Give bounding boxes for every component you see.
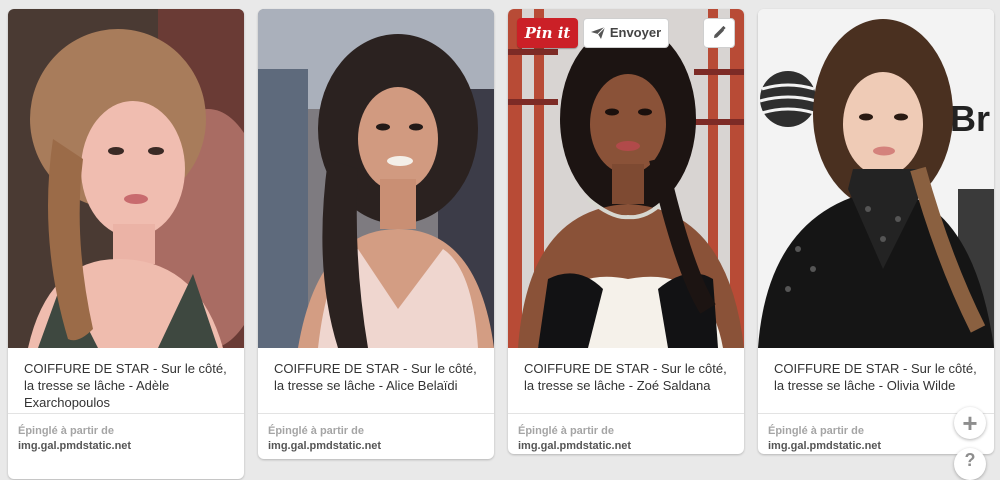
- attribution-prefix: Épinglé à partir de: [518, 425, 614, 437]
- pin-attribution: Épinglé à partir de img.gal.pmdstatic.ne…: [8, 414, 244, 454]
- send-button[interactable]: Envoyer: [583, 18, 669, 48]
- pin-description: COIFFURE DE STAR - Sur le côté, la tress…: [274, 361, 477, 393]
- backdrop-text: Br: [950, 98, 990, 139]
- pin-grid: COIFFURE DE STAR - Sur le côté, la tress…: [0, 0, 1000, 479]
- pin-description: COIFFURE DE STAR - Sur le côté, la tress…: [524, 361, 727, 393]
- help-button[interactable]: ?: [954, 448, 986, 480]
- pinit-button[interactable]: Pin it: [517, 18, 578, 48]
- pin-card[interactable]: COIFFURE DE STAR - Sur le côté, la tress…: [258, 9, 494, 459]
- paper-plane-icon: [590, 27, 605, 39]
- pin-description: COIFFURE DE STAR - Sur le côté, la tress…: [24, 361, 227, 410]
- pencil-icon: [712, 26, 726, 40]
- send-label: Envoyer: [609, 25, 662, 40]
- attribution-source-link[interactable]: img.gal.pmdstatic.net: [268, 439, 484, 454]
- pin-card[interactable]: COIFFURE DE STAR - Sur le côté, la tress…: [8, 9, 244, 479]
- pin-attribution: Épinglé à partir de img.gal.pmdstatic.ne…: [508, 414, 744, 454]
- attribution-prefix: Épinglé à partir de: [768, 425, 864, 437]
- pin-description: COIFFURE DE STAR - Sur le côté, la tress…: [774, 361, 977, 393]
- attribution-prefix: Épinglé à partir de: [18, 425, 114, 437]
- pin-card[interactable]: Pin it Envoyer COIFFURE DE STAR - Sur le…: [508, 9, 744, 454]
- pin-image[interactable]: Pin it Envoyer: [508, 9, 744, 348]
- add-button[interactable]: +: [954, 407, 986, 439]
- edit-button[interactable]: [703, 18, 735, 48]
- attribution-source-link[interactable]: img.gal.pmdstatic.net: [18, 439, 234, 454]
- pin-image[interactable]: [258, 9, 494, 348]
- attribution-source-link[interactable]: img.gal.pmdstatic.net: [768, 439, 984, 454]
- attribution-prefix: Épinglé à partir de: [268, 425, 364, 437]
- attribution-source-link[interactable]: img.gal.pmdstatic.net: [518, 439, 734, 454]
- pin-image[interactable]: Br: [758, 9, 994, 348]
- pin-image[interactable]: [8, 9, 244, 348]
- pin-card[interactable]: Br COIFFURE DE STAR - Sur le côté, la tr…: [758, 9, 994, 454]
- pin-attribution: Épinglé à partir de img.gal.pmdstatic.ne…: [258, 414, 494, 454]
